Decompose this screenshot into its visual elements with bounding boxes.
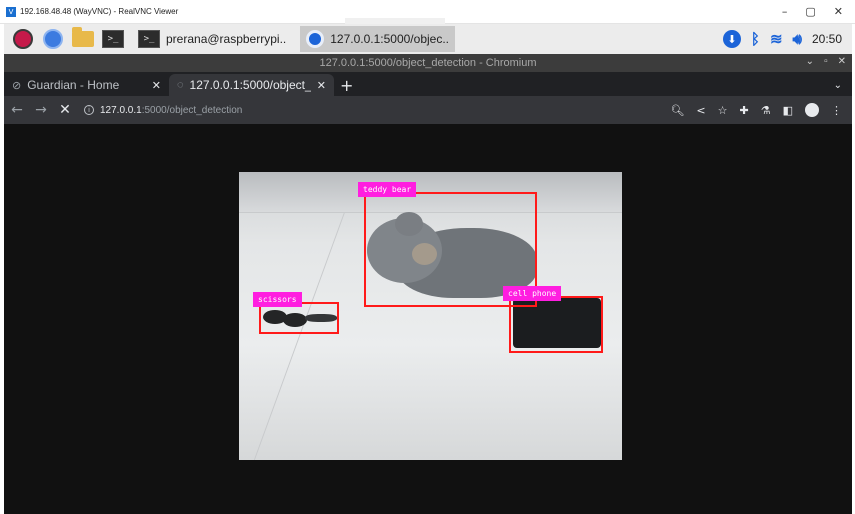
tab-label: 127.0.0.1:5000/object_d (189, 78, 311, 92)
raspberry-icon (13, 29, 33, 49)
task-chromium-label: 127.0.0.1:5000/objec.. (330, 32, 449, 46)
terminal-launcher-button[interactable]: >_ (102, 28, 124, 50)
window-title: 127.0.0.1:5000/object_detection - Chromi… (319, 57, 537, 69)
bbox-label-scissors: scissors (253, 292, 302, 307)
taskbar: >_ >_ prerana@raspberrypi.. 127.0.0.1:50… (4, 24, 852, 54)
stop-loading-button[interactable]: ✕ (54, 102, 76, 118)
tab-strip: ⊘ Guardian - Home ✕ ◌ 127.0.0.1:5000/obj… (4, 72, 852, 96)
tab-object-detection[interactable]: ◌ 127.0.0.1:5000/object_d ✕ (169, 74, 334, 96)
profile-avatar[interactable] (805, 103, 819, 117)
globe-icon: ⊘ (12, 79, 22, 92)
tab-close-icon[interactable]: ✕ (152, 79, 161, 92)
remote-desktop: >_ >_ prerana@raspberrypi.. 127.0.0.1:50… (4, 24, 852, 514)
tab-search-icon[interactable]: ⌄ (834, 74, 842, 96)
extensions-icon[interactable]: ✚ (740, 104, 749, 117)
clock[interactable]: 20:50 (812, 32, 842, 46)
back-button[interactable]: ← (6, 102, 28, 118)
task-chromium[interactable]: 127.0.0.1:5000/objec.. (300, 26, 455, 52)
tab-close-icon[interactable]: ✕ (317, 79, 326, 92)
zoom-icon[interactable]: 🔍︎ (670, 104, 684, 117)
url-host: 127.0.0.1 (100, 104, 142, 116)
page-content: teddy bear scissors cell phone (4, 124, 852, 514)
chromium-icon (306, 30, 325, 48)
update-download-icon[interactable]: ⬇ (722, 30, 741, 48)
address-bar[interactable]: i 127.0.0.1:5000/object_detection (84, 99, 242, 121)
floor-seam (253, 212, 346, 460)
tab-guardian-home[interactable]: ⊘ Guardian - Home ✕ (4, 74, 169, 96)
raspberry-menu-button[interactable] (12, 28, 34, 50)
kebab-menu-icon[interactable]: ⋮ (831, 104, 842, 117)
maximize-icon[interactable]: ▢ (805, 5, 815, 18)
bbox-label-cell-phone: cell phone (503, 286, 562, 301)
share-icon[interactable]: < (696, 104, 705, 117)
window-maximize-icon[interactable]: ▫ (824, 56, 828, 67)
vnc-logo-icon: V (6, 6, 16, 17)
bluetooth-icon[interactable]: ᛒ (751, 31, 760, 48)
globe-icon (43, 29, 63, 49)
volume-icon[interactable]: 🔊︎ (793, 31, 802, 48)
task-terminal[interactable]: >_ prerana@raspberrypi.. (132, 26, 292, 52)
toolbar-actions: 🔍︎ < ☆ ✚ ⚗ ◧ ⋮ (670, 103, 842, 117)
url-path: :5000/object_detection (141, 104, 243, 116)
terminal-icon: >_ (102, 30, 124, 48)
folder-icon (72, 27, 94, 47)
task-terminal-label: prerana@raspberrypi.. (166, 32, 287, 46)
close-icon[interactable]: ✕ (834, 5, 843, 18)
window-minimize-icon[interactable]: ⌄ (806, 56, 814, 67)
tab-label: Guardian - Home (27, 78, 120, 92)
browser-toolbar: ← → ✕ i 127.0.0.1:5000/object_detection … (4, 96, 852, 124)
vnc-window-controls: – ▢ ✕ (782, 5, 843, 18)
chromium-window-controls: ⌄ ▫ ✕ (806, 56, 846, 67)
loading-spinner-icon: ◌ (177, 79, 184, 91)
lab-flask-icon[interactable]: ⚗ (761, 104, 771, 117)
terminal-icon: >_ (138, 30, 160, 48)
vnc-title: 192.168.48.48 (WayVNC) - RealVNC Viewer (20, 7, 179, 16)
new-tab-button[interactable]: + (340, 74, 353, 96)
system-tray: ⬇ ᛒ ≋ 🔊︎ 20:50 (722, 30, 842, 48)
file-manager-launcher-button[interactable] (72, 27, 94, 50)
bbox-cell-phone (509, 296, 603, 353)
side-panel-icon[interactable]: ◧ (783, 104, 793, 117)
browser-launcher-button[interactable] (42, 28, 64, 50)
detection-video-feed: teddy bear scissors cell phone (239, 172, 622, 460)
wifi-icon[interactable]: ≋ (770, 30, 783, 48)
window-close-icon[interactable]: ✕ (838, 56, 846, 67)
chromium-title-bar: 127.0.0.1:5000/object_detection - Chromi… (4, 54, 852, 72)
site-info-icon[interactable]: i (84, 105, 94, 115)
minimize-icon[interactable]: – (782, 5, 788, 18)
forward-button[interactable]: → (30, 102, 52, 118)
bookmark-star-icon[interactable]: ☆ (718, 104, 728, 117)
bbox-label-teddy-bear: teddy bear (358, 182, 417, 197)
